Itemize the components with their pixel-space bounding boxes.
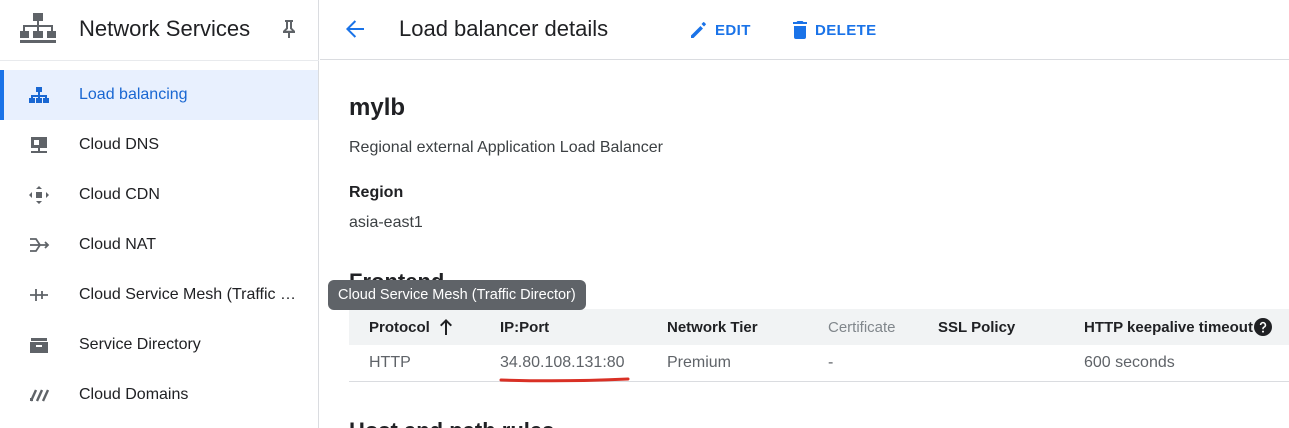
delete-button[interactable]: DELETE [791,18,877,42]
edit-button[interactable]: EDIT [689,18,751,42]
column-header-certificate: Certificate [828,319,896,336]
product-title: Network Services [79,16,251,41]
service-directory-icon [30,338,48,353]
service-mesh-icon [30,289,48,301]
red-underline-annotation [499,377,630,383]
table-row: HTTP 34.80.108.131:80 Premium - 600 seco… [349,345,1289,383]
load-balancer-type: Regional external Application Load Balan… [349,139,663,156]
pin-icon[interactable] [280,18,298,40]
sidebar-item-cloud-dns[interactable]: Cloud DNS [0,120,318,170]
sidebar-header: Network Services [0,0,319,60]
sidebar-divider [0,60,319,61]
network-services-icon [20,13,56,43]
page-title: Load balancer details [399,16,609,41]
column-header-network-tier[interactable]: Network Tier [667,319,758,336]
column-header-protocol[interactable]: Protocol [369,319,430,336]
sidebar-item-label: Cloud Domains [79,386,189,403]
load-balancing-icon [29,87,49,103]
cloud-domains-icon [29,389,50,402]
pencil-icon [691,22,707,38]
cloud-nat-icon [30,238,50,252]
sidebar-item-label: Cloud Service Mesh (Traffic … [79,286,296,303]
cell-ip-port: 34.80.108.131:80 [500,354,625,371]
sidebar-nav: Load balancing Cloud DNS Cloud CDN Cloud… [0,70,318,420]
tooltip: Cloud Service Mesh (Traffic Director) [328,280,586,310]
arrow-back-icon[interactable] [342,16,368,42]
cell-network-tier: Premium [667,354,732,371]
region-value: asia-east1 [349,214,423,231]
table-header: Protocol IP:Port Network Tier Certificat… [349,309,1289,345]
sidebar-item-cloud-nat[interactable]: Cloud NAT [0,220,318,270]
sidebar-item-cloud-service-mesh[interactable]: Cloud Service Mesh (Traffic … [0,270,318,320]
sidebar-item-label: Cloud NAT [79,236,157,253]
sidebar-item-label: Cloud CDN [79,186,160,203]
sidebar-item-service-directory[interactable]: Service Directory [0,320,318,370]
cell-protocol: HTTP [369,354,411,371]
trash-icon [793,21,807,39]
host-path-rules-title: Host and path rules [349,418,554,428]
sidebar-item-label: Cloud DNS [79,136,160,153]
column-header-ssl-policy[interactable]: SSL Policy [938,319,1015,336]
frontend-table: Protocol IP:Port Network Tier Certificat… [349,309,1289,383]
help-icon[interactable] [1254,318,1272,336]
arrow-up-sort-icon[interactable] [437,317,455,337]
sidebar: Network Services Load balancing Cloud DN… [0,0,319,428]
load-balancer-name: mylb [349,94,406,121]
cloud-cdn-icon [29,186,49,204]
cell-certificate: - [828,354,834,371]
sidebar-item-load-balancing[interactable]: Load balancing [0,70,318,120]
sidebar-item-label: Service Directory [79,336,201,353]
sidebar-item-cloud-domains[interactable]: Cloud Domains [0,370,318,420]
sidebar-item-label: Load balancing [79,86,188,103]
main-content: mylb Regional external Application Load … [320,61,1289,428]
sidebar-item-cloud-cdn[interactable]: Cloud CDN [0,170,318,220]
cell-keepalive: 600 seconds [1084,354,1175,371]
delete-label: DELETE [815,21,877,39]
column-header-keepalive[interactable]: HTTP keepalive timeout [1084,319,1253,336]
top-bar: Load balancer details EDIT DELETE [320,0,1289,60]
region-label: Region [349,184,404,201]
cloud-dns-icon [31,137,47,153]
edit-label: EDIT [715,21,751,39]
column-header-ip-port[interactable]: IP:Port [500,319,549,336]
